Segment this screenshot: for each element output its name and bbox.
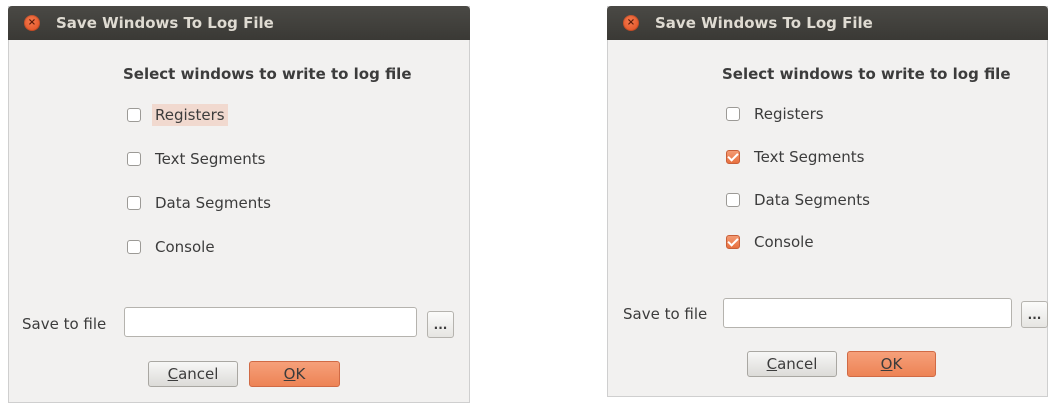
- checkbox-checked[interactable]: [726, 235, 740, 249]
- option-data-segments[interactable]: Data Segments: [726, 189, 873, 211]
- checkbox[interactable]: [127, 108, 141, 122]
- save-log-dialog-2: × Save Windows To Log File Select window…: [607, 6, 1048, 397]
- option-label: Registers: [754, 105, 824, 123]
- option-data-segments[interactable]: Data Segments: [127, 192, 274, 214]
- checkbox[interactable]: [127, 240, 141, 254]
- option-registers[interactable]: Registers: [127, 104, 228, 126]
- ok-button[interactable]: OK: [249, 361, 340, 387]
- save-to-file-label: Save to file: [22, 315, 107, 333]
- option-label: Registers: [152, 104, 228, 126]
- option-label: Console: [754, 233, 814, 251]
- cancel-label-rest: ancel: [777, 355, 818, 373]
- close-icon[interactable]: ×: [623, 15, 639, 31]
- cancel-button[interactable]: Cancel: [747, 351, 837, 377]
- option-label: Text Segments: [754, 148, 865, 166]
- ok-button[interactable]: OK: [847, 351, 936, 377]
- close-icon[interactable]: ×: [24, 15, 40, 31]
- option-console[interactable]: Console: [127, 236, 218, 258]
- checkbox[interactable]: [726, 107, 740, 121]
- checkbox[interactable]: [127, 196, 141, 210]
- instructions-heading: Select windows to write to log file: [722, 65, 1011, 83]
- file-path-input[interactable]: [124, 307, 417, 337]
- option-label: Data Segments: [155, 194, 271, 212]
- ok-label-rest: K: [295, 365, 306, 383]
- option-label: Text Segments: [155, 150, 266, 168]
- save-to-file-label: Save to file: [623, 305, 708, 323]
- checkbox[interactable]: [127, 152, 141, 166]
- dialog-title: Save Windows To Log File: [655, 14, 873, 32]
- ok-label-rest: K: [892, 355, 903, 373]
- option-console[interactable]: Console: [726, 231, 817, 253]
- browse-button[interactable]: ...: [427, 311, 454, 338]
- instructions-heading: Select windows to write to log file: [123, 65, 412, 83]
- file-path-input[interactable]: [723, 298, 1012, 328]
- option-text-segments[interactable]: Text Segments: [127, 148, 268, 170]
- title-bar: × Save Windows To Log File: [8, 6, 470, 40]
- cancel-label-rest: ancel: [178, 365, 219, 383]
- cancel-button[interactable]: Cancel: [148, 361, 238, 387]
- option-label: Data Segments: [754, 191, 870, 209]
- option-registers[interactable]: Registers: [726, 103, 827, 125]
- save-log-dialog-1: × Save Windows To Log File Select window…: [8, 6, 470, 403]
- dialog-title: Save Windows To Log File: [56, 14, 274, 32]
- checkbox[interactable]: [726, 193, 740, 207]
- cancel-mnemonic: C: [167, 365, 179, 383]
- cancel-mnemonic: C: [766, 355, 778, 373]
- checkbox-checked[interactable]: [726, 150, 740, 164]
- browse-button[interactable]: ...: [1021, 301, 1048, 328]
- ok-mnemonic: O: [880, 355, 893, 373]
- option-text-segments[interactable]: Text Segments: [726, 146, 867, 168]
- ok-mnemonic: O: [283, 365, 296, 383]
- option-label: Console: [155, 238, 215, 256]
- title-bar: × Save Windows To Log File: [607, 6, 1048, 40]
